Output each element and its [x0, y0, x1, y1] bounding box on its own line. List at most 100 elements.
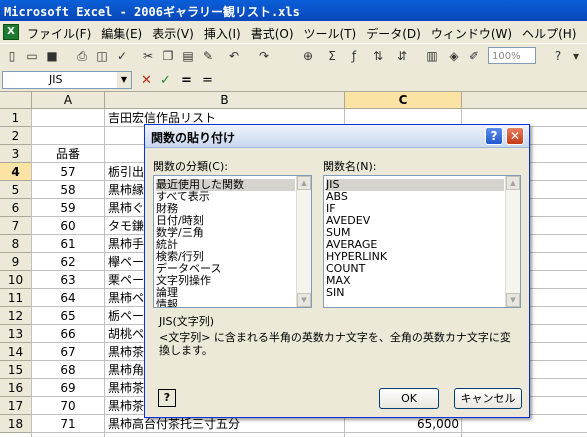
cell-a[interactable]: 70: [34, 397, 102, 415]
row-header[interactable]: 8: [0, 235, 32, 253]
autosum-icon[interactable]: Σ: [324, 48, 340, 64]
excel-app-icon[interactable]: X: [3, 24, 19, 40]
menu-window[interactable]: ウィンドウ(W): [426, 25, 517, 42]
help-icon[interactable]: ?: [158, 389, 176, 407]
dialog-help-button[interactable]: ?: [485, 127, 503, 145]
hyperlink-icon[interactable]: ⊕: [300, 48, 316, 64]
function-scrollbar[interactable]: ▲ ▼: [505, 176, 520, 307]
copy-icon[interactable]: ❐: [160, 48, 176, 64]
row-header[interactable]: 10: [0, 271, 32, 289]
menu-insert[interactable]: 挿入(I): [199, 25, 246, 42]
category-list[interactable]: 最近使用した関数 すべて表示 財務 日付/時刻 数学/三角 統計 検索/行列 データベース 文字…: [153, 175, 312, 308]
cell-a[interactable]: 66: [34, 325, 102, 343]
menu-edit[interactable]: 編集(E): [96, 25, 147, 42]
cell-a[interactable]: [34, 109, 102, 127]
row-header[interactable]: 1: [0, 109, 32, 127]
cell-a[interactable]: 64: [34, 289, 102, 307]
cell-a[interactable]: 57: [34, 163, 102, 181]
cell-a[interactable]: 59: [34, 199, 102, 217]
cell-a[interactable]: [34, 127, 102, 145]
function-list[interactable]: JIS ABS IF AVEDEV SUM AVERAGE HYPERLINK COUNT MA…: [323, 175, 521, 308]
drawing-icon[interactable]: ✐: [466, 48, 482, 64]
row-header[interactable]: 13: [0, 325, 32, 343]
scroll-up-icon[interactable]: ▲: [297, 176, 311, 190]
row-header[interactable]: 15: [0, 361, 32, 379]
row-header[interactable]: 3: [0, 145, 32, 163]
menu-view[interactable]: 表示(V): [147, 25, 199, 42]
category-scrollbar[interactable]: ▲ ▼: [296, 176, 311, 307]
function-list-item[interactable]: JIS: [326, 179, 504, 191]
cell-a[interactable]: 58: [34, 181, 102, 199]
sort-ascending-icon[interactable]: ⇅: [370, 48, 386, 64]
function-list-item[interactable]: MAX: [326, 275, 504, 287]
row-header[interactable]: 5: [0, 181, 32, 199]
scroll-down-icon[interactable]: ▼: [506, 293, 520, 307]
sort-descending-icon[interactable]: ⇵: [394, 48, 410, 64]
row-header[interactable]: 2: [0, 127, 32, 145]
cell-a[interactable]: 62: [34, 253, 102, 271]
menu-help[interactable]: ヘルプ(H): [517, 25, 581, 42]
column-header-d[interactable]: [462, 92, 587, 109]
menu-file[interactable]: ファイル(F): [22, 25, 96, 42]
scroll-up-icon[interactable]: ▲: [506, 176, 520, 190]
cancel-button[interactable]: キャンセル: [454, 388, 522, 409]
save-icon[interactable]: ■: [44, 48, 60, 64]
row-header[interactable]: 14: [0, 343, 32, 361]
help-icon[interactable]: ?: [550, 48, 566, 64]
column-header-c[interactable]: C: [345, 92, 462, 109]
cell-a[interactable]: 63: [34, 271, 102, 289]
scroll-down-icon[interactable]: ▼: [297, 293, 311, 307]
chart-wizard-icon[interactable]: ▥: [424, 48, 440, 64]
cell-a[interactable]: 71: [34, 415, 102, 433]
column-header-a[interactable]: A: [32, 92, 105, 109]
row-header[interactable]: 9: [0, 253, 32, 271]
cell-a[interactable]: 60: [34, 217, 102, 235]
cell-a[interactable]: 65: [34, 307, 102, 325]
paste-function-icon[interactable]: ƒ: [346, 48, 362, 64]
print-icon[interactable]: ⎙: [74, 48, 90, 64]
row-header[interactable]: 12: [0, 307, 32, 325]
row-header[interactable]: 11: [0, 289, 32, 307]
menu-data[interactable]: データ(D): [361, 25, 426, 42]
cell-a[interactable]: 68: [34, 361, 102, 379]
function-list-item[interactable]: ABS: [326, 191, 504, 203]
ok-button[interactable]: OK: [379, 388, 439, 409]
undo-icon[interactable]: ↶: [226, 48, 242, 64]
open-folder-icon[interactable]: ▭: [24, 48, 40, 64]
format-painter-icon[interactable]: ✎: [200, 48, 216, 64]
cell-a[interactable]: 品番: [34, 145, 102, 163]
cell-a[interactable]: 69: [34, 379, 102, 397]
cell-a[interactable]: 61: [34, 235, 102, 253]
edit-formula-icon[interactable]: =: [181, 73, 192, 88]
cell-a[interactable]: 67: [34, 343, 102, 361]
row-header[interactable]: 16: [0, 379, 32, 397]
formula-input[interactable]: =: [202, 73, 213, 88]
row-header[interactable]: 4: [0, 163, 32, 181]
row-header[interactable]: 6: [0, 199, 32, 217]
menu-format[interactable]: 書式(O): [246, 25, 299, 42]
row-header[interactable]: 17: [0, 397, 32, 415]
zoom-select[interactable]: 100%: [488, 47, 536, 64]
dialog-close-button[interactable]: ✕: [506, 127, 524, 145]
select-all-corner[interactable]: [0, 92, 32, 109]
spellcheck-icon[interactable]: ✓: [114, 48, 130, 64]
new-document-icon[interactable]: ▯: [4, 48, 20, 64]
name-box[interactable]: JIS ▼: [2, 71, 132, 89]
menu-tools[interactable]: ツール(T): [299, 25, 362, 42]
cancel-formula-icon[interactable]: ✕: [141, 73, 152, 88]
paste-icon[interactable]: ▤: [180, 48, 196, 64]
row-header[interactable]: 7: [0, 217, 32, 235]
redo-icon[interactable]: ↷: [256, 48, 272, 64]
cut-icon[interactable]: ✂: [140, 48, 156, 64]
function-list-item[interactable]: COUNT: [326, 263, 504, 275]
function-list-item[interactable]: SIN: [326, 287, 504, 299]
chevron-down-icon[interactable]: ▼: [117, 72, 131, 88]
column-header-b[interactable]: B: [105, 92, 345, 109]
function-list-item[interactable]: AVEDEV: [326, 215, 504, 227]
map-icon[interactable]: ◈: [446, 48, 462, 64]
print-preview-icon[interactable]: ◫: [94, 48, 110, 64]
toolbar-options-icon[interactable]: ▾: [568, 48, 584, 64]
category-list-item[interactable]: 情報: [156, 299, 295, 308]
enter-formula-icon[interactable]: ✓: [160, 73, 171, 88]
row-header[interactable]: 18: [0, 415, 32, 433]
